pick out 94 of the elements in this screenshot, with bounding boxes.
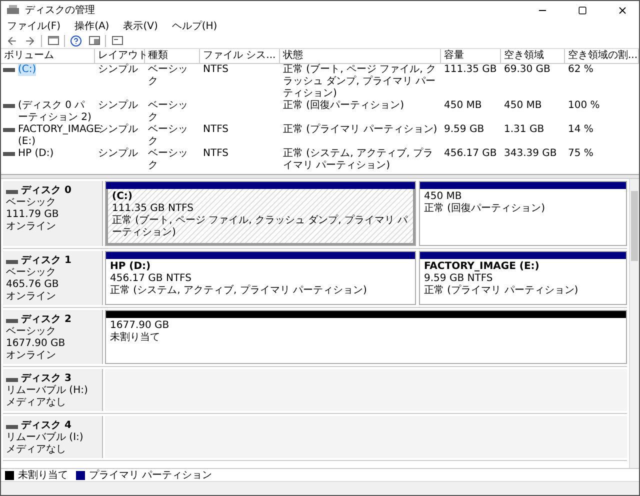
table-cell-text: ベーシック — [147, 100, 189, 124]
volume-name[interactable]: (ディスク 0 パーティション 2) — [18, 100, 93, 124]
table-cell-text: 450 MB — [503, 100, 543, 112]
scrollbar[interactable] — [629, 179, 639, 468]
legend-label: プライマリ パーティション — [89, 468, 212, 482]
disk-type: ベーシック — [6, 267, 57, 279]
menu-item[interactable]: 表示(V) — [123, 19, 158, 33]
disk-size: 465.76 GB — [6, 279, 60, 291]
partition-size: 456.17 GB NTFS — [110, 273, 192, 284]
disk-status: メディアなし — [6, 397, 67, 409]
disk-name: ディスク 3 — [21, 372, 72, 384]
disk-status: オンライン — [6, 350, 57, 362]
column-header[interactable]: 空き領域 — [501, 49, 565, 63]
disk-type: ベーシック — [6, 197, 57, 209]
table-cell-text: 9.59 GB — [443, 124, 486, 136]
table-cell-text: 正常 (ブート, ページ ファイル, クラッシュ ダンプ, プライマリ パーティション) — [282, 64, 437, 100]
disk-management-icon — [7, 5, 19, 15]
drive-icon — [6, 190, 18, 194]
disk-status: オンライン — [6, 221, 57, 233]
table-cell-text: NTFS — [202, 148, 230, 160]
partition-size: 9.59 GB NTFS — [424, 273, 494, 284]
partition-status: 正常 (回復パーティション) — [424, 203, 546, 215]
drive-icon — [3, 104, 15, 108]
table-cell-text: シンプル — [97, 148, 139, 160]
menu-item[interactable]: ファイル(F) — [7, 19, 61, 33]
disk-status: メディアなし — [6, 444, 67, 456]
panel-button[interactable] — [46, 34, 60, 48]
legend-label: 未割り当て — [18, 468, 68, 482]
drive-icon — [6, 425, 18, 429]
column-header[interactable]: 状態 — [280, 49, 441, 63]
partition-size: 1677.90 GB — [110, 320, 170, 332]
partition-block[interactable]: (C:) 111.35 GB NTFS 正常 (ブート, ページ ファイル, クラッシュ ダンプ, プライマリ パーティション) — [106, 189, 415, 245]
volume-name[interactable]: HP (D:) — [18, 148, 54, 160]
partition-title: HP (D:) — [110, 261, 152, 273]
column-header[interactable]: 容量 — [441, 49, 501, 63]
disk-size: 111.79 GB — [6, 209, 60, 221]
table-cell-text: NTFS — [202, 124, 230, 136]
partition-title: (C:) — [112, 191, 134, 203]
drive-icon — [6, 378, 18, 382]
maximize-icon — [578, 6, 586, 14]
disk-size: 1677.90 GB — [6, 338, 66, 350]
menu-item[interactable]: ヘルプ(H) — [172, 19, 218, 33]
disk-name: ディスク 4 — [21, 419, 72, 432]
help-button[interactable] — [69, 34, 83, 48]
drive-icon — [3, 152, 15, 156]
drive-icon — [3, 68, 15, 72]
table-cell-text: 69.30 GB — [503, 64, 552, 76]
partition-status: 未割り当て — [110, 332, 161, 344]
close-icon — [616, 4, 628, 16]
table-cell-text: 正常 (回復パーティション) — [282, 100, 405, 112]
disk-type: リムーバブル (H:) — [6, 385, 89, 397]
column-header[interactable]: ボリューム — [1, 49, 95, 63]
table-cell-text: 100 % — [567, 100, 601, 112]
disk-name: ディスク 1 — [21, 254, 72, 267]
table-cell-text: ベーシック — [147, 124, 189, 148]
table-cell-text: 456.17 GB — [443, 148, 498, 160]
partition-title: FACTORY_IMAGE (E:) — [424, 261, 540, 273]
table-cell-text: 62 % — [567, 64, 594, 76]
window-title: ディスクの管理 — [25, 4, 96, 17]
table-cell-text: 14 % — [567, 124, 594, 136]
disk-name: ディスク 0 — [21, 184, 72, 197]
partition-status: 正常 (ブート, ページ ファイル, クラッシュ ダンプ, プライマリ パーティション) — [112, 215, 409, 239]
panel-button[interactable] — [87, 34, 101, 48]
partition-size: 450 MB — [424, 191, 463, 202]
partition-status: 正常 (システム, アクティブ, プライマリ パーティション) — [110, 285, 368, 297]
volume-name[interactable]: (C:) — [18, 64, 36, 76]
table-cell-text: 1.31 GB — [503, 124, 546, 136]
table-cell-text: 343.39 GB — [503, 148, 558, 160]
disk-name: ディスク 2 — [21, 313, 72, 326]
table-cell-text: NTFS — [202, 64, 230, 76]
disk-type: ベーシック — [6, 326, 57, 338]
table-cell-text: 450 MB — [443, 100, 483, 112]
column-header[interactable]: 空き領域の割... — [565, 49, 639, 63]
list-button[interactable] — [110, 34, 124, 48]
drive-icon — [6, 319, 18, 323]
partition-size: 111.35 GB NTFS — [112, 203, 194, 214]
table-cell-text: ベーシック — [147, 148, 189, 172]
table-cell-text: シンプル — [97, 100, 139, 112]
table-cell-text: 正常 (プライマリ パーティション) — [282, 124, 438, 136]
disk-type: リムーバブル (I:) — [6, 432, 84, 444]
volume-name[interactable]: FACTORY_IMAGE (E:) — [18, 124, 100, 148]
column-header[interactable]: 種類 — [145, 49, 200, 63]
menu-item[interactable]: 操作(A) — [74, 19, 110, 33]
table-cell-text: 111.35 GB — [443, 64, 498, 76]
column-header[interactable]: ファイル シス... — [200, 49, 280, 63]
disk-status: オンライン — [6, 291, 57, 303]
table-cell-text: シンプル — [97, 64, 139, 76]
table-cell-text: 75 % — [567, 148, 594, 160]
table-cell-text: 正常 (システム, アクティブ, プライマリ パーティション) — [282, 148, 434, 172]
column-header[interactable]: レイアウト — [95, 49, 145, 63]
table-cell-text: ベーシック — [147, 64, 189, 88]
partition-status: 正常 (プライマリ パーティション) — [424, 285, 580, 297]
drive-icon — [3, 128, 15, 132]
drive-icon — [6, 260, 18, 264]
